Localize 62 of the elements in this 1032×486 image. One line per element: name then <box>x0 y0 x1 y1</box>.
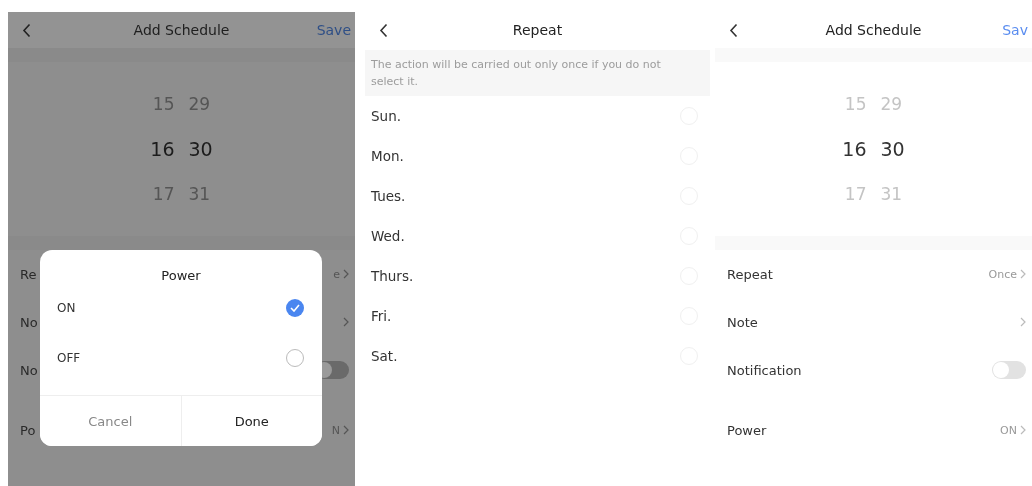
done-button[interactable]: Done <box>180 396 322 446</box>
row-label: No <box>20 362 38 378</box>
row-label: Repeat <box>727 266 773 282</box>
day-option[interactable]: Thurs. <box>365 256 710 296</box>
day-label: Thurs. <box>371 268 414 284</box>
chevron-icon <box>1020 425 1026 435</box>
option-label: ON <box>57 301 76 315</box>
hour-value: 15 <box>152 94 175 114</box>
chevron-icon <box>343 317 349 327</box>
hour-value: 17 <box>844 184 867 204</box>
back-button[interactable] <box>379 22 388 38</box>
row-label: Note <box>727 314 758 330</box>
hint-text: The action will be carried out only once if you do not select it. <box>365 50 710 96</box>
toggle-switch[interactable] <box>992 361 1026 379</box>
chevron-icon <box>343 269 349 279</box>
day-option[interactable]: Fri. <box>365 296 710 336</box>
day-option[interactable]: Sun. <box>365 96 710 136</box>
minute-value: 31 <box>188 184 211 204</box>
minute-value: 31 <box>880 184 903 204</box>
hour-value: 16 <box>150 138 175 160</box>
time-picker[interactable]: 15 29 16 30 17 31 <box>8 48 355 250</box>
back-button[interactable] <box>22 22 31 38</box>
dialog-option[interactable]: ON <box>40 283 322 333</box>
hour-value: 16 <box>842 138 867 160</box>
row-label: Notification <box>727 362 802 378</box>
day-option[interactable]: Wed. <box>365 216 710 256</box>
screen-title: Add Schedule <box>825 22 922 38</box>
hour-value: 15 <box>844 94 867 114</box>
minute-value: 29 <box>188 94 211 114</box>
row-label: Po <box>20 422 36 438</box>
minute-value: 29 <box>880 94 903 114</box>
day-label: Sat. <box>371 348 398 364</box>
radio-button[interactable] <box>286 299 304 317</box>
row-label: Re <box>20 266 37 282</box>
dialog-title: Power <box>161 268 201 283</box>
chevron-icon <box>1020 317 1026 327</box>
row-value: Once <box>988 267 1017 281</box>
minute-value: 30 <box>188 138 213 160</box>
day-label: Tues. <box>371 188 406 204</box>
row-value: N <box>331 423 340 437</box>
day-option[interactable]: Tues. <box>365 176 710 216</box>
day-label: Sun. <box>371 108 401 124</box>
row-label: Power <box>727 422 767 438</box>
day-option[interactable]: Mon. <box>365 136 710 176</box>
chevron-icon <box>343 425 349 435</box>
day-label: Fri. <box>371 308 392 324</box>
chevron-icon <box>1020 269 1026 279</box>
time-picker[interactable]: 15 29 16 30 17 31 <box>715 48 1032 250</box>
minute-value: 30 <box>880 138 905 160</box>
hour-value: 17 <box>152 184 175 204</box>
day-label: Mon. <box>371 148 404 164</box>
day-label: Wed. <box>371 228 405 244</box>
row-value: e <box>333 267 340 281</box>
row-value: ON <box>1000 423 1017 437</box>
screen-title: Repeat <box>512 22 563 38</box>
day-option[interactable]: Sat. <box>365 336 710 376</box>
option-label: OFF <box>57 351 81 365</box>
dialog-option[interactable]: OFF <box>40 333 322 383</box>
screen-title: Add Schedule <box>133 22 230 38</box>
back-button[interactable] <box>729 22 738 38</box>
check-icon <box>290 304 300 312</box>
row-label: No <box>20 314 38 330</box>
